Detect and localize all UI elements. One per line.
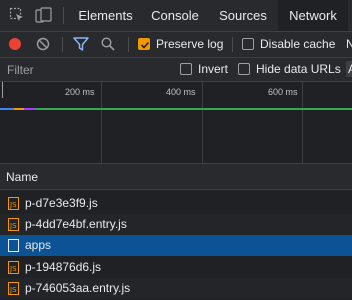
script-file-icon: JS	[8, 261, 19, 277]
preserve-log-checkbox[interactable]	[138, 38, 150, 50]
tab-network[interactable]: Network	[278, 0, 348, 31]
timeline-cursor	[2, 82, 3, 98]
tab-console[interactable]: Console	[142, 0, 208, 31]
name-column-header[interactable]: Name	[6, 170, 38, 184]
toolbar-separator	[232, 37, 233, 52]
timeline-bar-blue	[0, 108, 14, 110]
devtools-tab-bar: Elements Console Sources Network	[0, 0, 352, 32]
search-icon[interactable]	[101, 37, 115, 54]
timeline-bar-purple	[24, 108, 36, 110]
request-name: p-746053aa.entry.js	[25, 281, 131, 295]
invert-checkbox[interactable]	[180, 63, 192, 75]
toolbar-separator	[62, 37, 63, 52]
tick-label: 200 ms	[65, 87, 95, 97]
tick-label: 600 ms	[268, 87, 298, 97]
svg-text:JS: JS	[9, 201, 17, 209]
filter-bar: Invert Hide data URLs A	[0, 58, 352, 82]
svg-text:JS: JS	[9, 222, 17, 230]
table-row-selected[interactable]: apps	[0, 235, 352, 256]
tab-bar-separator	[63, 7, 64, 24]
network-toolbar: Preserve log Disable cache N	[0, 32, 352, 58]
filter-type-overflow[interactable]: A	[346, 61, 352, 77]
table-header: Name	[0, 164, 352, 190]
svg-text:JS: JS	[9, 286, 17, 294]
tab-sources[interactable]: Sources	[210, 0, 276, 31]
hide-data-urls-label[interactable]: Hide data URLs	[256, 62, 341, 77]
timeline-overview[interactable]: 200 ms 400 ms 600 ms	[0, 82, 352, 164]
disable-cache-label[interactable]: Disable cache	[260, 37, 335, 52]
script-file-icon: JS	[8, 282, 19, 298]
invert-label[interactable]: Invert	[198, 62, 228, 77]
timeline-bar-orange	[14, 108, 24, 110]
script-file-icon: JS	[8, 197, 19, 213]
filter-input[interactable]	[0, 58, 170, 81]
toolbar-separator	[128, 37, 129, 52]
tick-label: 400 ms	[166, 87, 196, 97]
request-name: p-4dd7e4bf.entry.js	[25, 217, 127, 231]
hide-data-urls-checkbox[interactable]	[238, 63, 250, 75]
clear-icon[interactable]	[36, 37, 50, 54]
grid-line	[302, 82, 303, 163]
preserve-log-label[interactable]: Preserve log	[156, 37, 223, 52]
table-row[interactable]: JS p-746053aa.entry.js	[0, 278, 352, 299]
toolbar-overflow-text[interactable]: N	[346, 37, 352, 52]
table-row[interactable]: JS p-194876d6.js	[0, 257, 352, 278]
svg-text:JS: JS	[9, 265, 17, 273]
filter-icon[interactable]	[73, 37, 89, 54]
device-toolbar-icon[interactable]	[35, 7, 53, 26]
grid-line	[202, 82, 203, 163]
grid-line	[101, 82, 102, 163]
document-file-icon	[8, 239, 19, 255]
timeline-bar-green	[0, 108, 352, 110]
table-row[interactable]: JS p-4dd7e4bf.entry.js	[0, 214, 352, 235]
disable-cache-checkbox[interactable]	[242, 38, 254, 50]
request-name: p-194876d6.js	[25, 260, 102, 274]
inspect-element-icon[interactable]	[9, 7, 25, 26]
script-file-icon: JS	[8, 218, 19, 234]
request-name: apps	[25, 238, 52, 252]
request-name: p-d7e3e3f9.js	[25, 196, 98, 210]
filter-overflow-text: A	[348, 62, 352, 76]
tab-elements[interactable]: Elements	[70, 0, 141, 31]
header-divider	[0, 190, 352, 191]
record-icon[interactable]	[8, 37, 22, 54]
table-row[interactable]: JS p-d7e3e3f9.js	[0, 193, 352, 214]
